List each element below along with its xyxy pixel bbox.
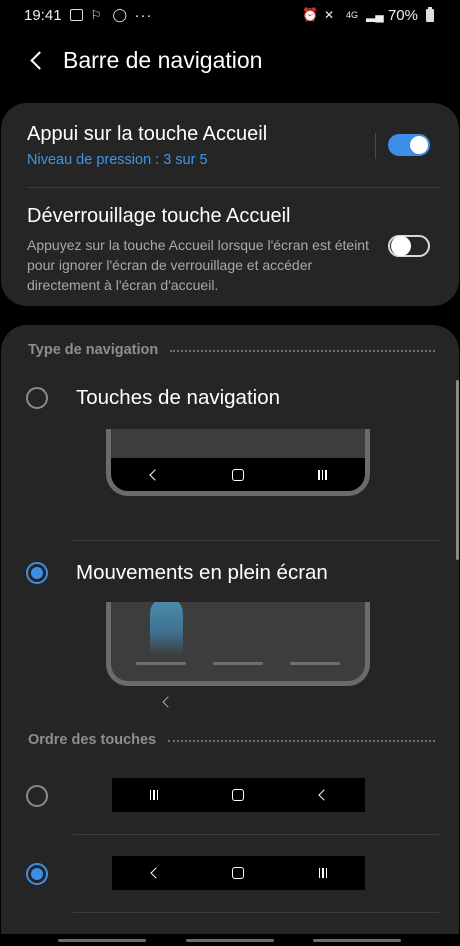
home-unlock-title: Déverrouillage touche Accueil — [27, 205, 291, 227]
recent-apps-icon — [303, 469, 343, 480]
image-icon — [69, 9, 83, 21]
toggle-knob — [391, 236, 411, 256]
divider — [73, 912, 439, 913]
section-divider — [168, 739, 435, 742]
scrollbar[interactable] — [456, 380, 459, 560]
notification-icon: ⚐ — [90, 8, 102, 22]
mute-icon: ✕ — [323, 8, 335, 22]
section-divider — [170, 349, 435, 352]
battery-percentage: 70% — [387, 6, 418, 24]
navigation-type-card: Type de navigation Touches de navigation… — [1, 325, 459, 946]
home-press-title: Appui sur la touche Accueil — [27, 123, 268, 145]
button-order-radio-2[interactable] — [26, 863, 48, 885]
section-header-navigation-type: Type de navigation — [28, 342, 435, 358]
nav-gestures-radio[interactable] — [26, 562, 48, 584]
app-header: Barre de navigation — [0, 38, 460, 82]
back-icon — [303, 789, 343, 801]
nav-buttons-radio[interactable] — [26, 387, 48, 409]
back-button[interactable] — [22, 45, 52, 75]
status-time: 19:41 — [24, 6, 62, 24]
status-right: ⏰ ✕ 4G ▂▄ 70% — [301, 6, 434, 24]
nav-buttons-label: Touches de navigation — [76, 386, 281, 409]
nav-buttons-preview — [106, 429, 370, 496]
gesture-hint-recent[interactable] — [313, 939, 401, 942]
button-order-preview-1 — [112, 778, 365, 812]
button-order-option-2[interactable] — [1, 845, 459, 905]
home-unlock-description: Appuyez sur la touche Accueil lorsque l'… — [27, 237, 369, 293]
status-left: 19:41 ⚐ ◯ ··· — [24, 7, 153, 24]
system-navigation-bar — [0, 934, 460, 946]
gesture-hint-bars — [111, 662, 365, 665]
home-press-toggle[interactable] — [388, 134, 430, 156]
toggle-knob — [410, 136, 428, 154]
more-notifications-icon: ··· — [134, 6, 153, 24]
back-icon — [133, 468, 173, 481]
home-icon — [218, 867, 258, 879]
row-separator — [375, 133, 376, 159]
whatsapp-icon: ◯ — [112, 7, 128, 22]
recent-apps-icon — [134, 790, 174, 800]
status-bar: 19:41 ⚐ ◯ ··· ⏰ ✕ 4G ▂▄ 70% — [0, 0, 460, 30]
back-icon — [134, 867, 174, 879]
button-order-option-1[interactable] — [1, 770, 459, 830]
divider — [73, 834, 439, 835]
section-header-label: Ordre des touches — [28, 732, 157, 748]
home-press-subtitle: Niveau de pression : 3 sur 5 — [27, 152, 208, 168]
home-icon — [218, 468, 258, 481]
recent-apps-icon — [303, 868, 343, 878]
alarm-icon: ⏰ — [301, 7, 319, 22]
gesture-hint-home[interactable] — [186, 939, 274, 942]
chevron-left-icon — [29, 50, 49, 70]
page-title: Barre de navigation — [63, 46, 263, 73]
section-header-button-order: Ordre des touches — [28, 732, 435, 748]
network-type: 4G — [345, 10, 358, 20]
battery-icon — [426, 6, 434, 22]
nav-gestures-label: Mouvements en plein écran — [76, 561, 328, 584]
button-order-preview-2 — [112, 856, 365, 890]
screen: 19:41 ⚐ ◯ ··· ⏰ ✕ 4G ▂▄ 70% Barre de nav… — [0, 0, 460, 946]
signal-icon: ▂▄ — [365, 8, 384, 22]
nav-gestures-preview — [106, 602, 370, 686]
swipe-up-hint — [150, 602, 183, 655]
home-icon — [218, 789, 258, 801]
home-unlock-toggle[interactable] — [388, 235, 430, 257]
section-header-label: Type de navigation — [28, 342, 159, 358]
nav-option-buttons[interactable]: Touches de navigation — [1, 370, 459, 535]
chevron-left-icon — [162, 696, 174, 708]
preview-nav-strip — [111, 458, 365, 491]
home-button-settings-card: Appui sur la touche Accueil Niveau de pr… — [1, 103, 459, 306]
gesture-hint-back[interactable] — [58, 939, 146, 942]
nav-option-gestures[interactable]: Mouvements en plein écran — [1, 541, 459, 711]
button-order-radio-1[interactable] — [26, 785, 48, 807]
